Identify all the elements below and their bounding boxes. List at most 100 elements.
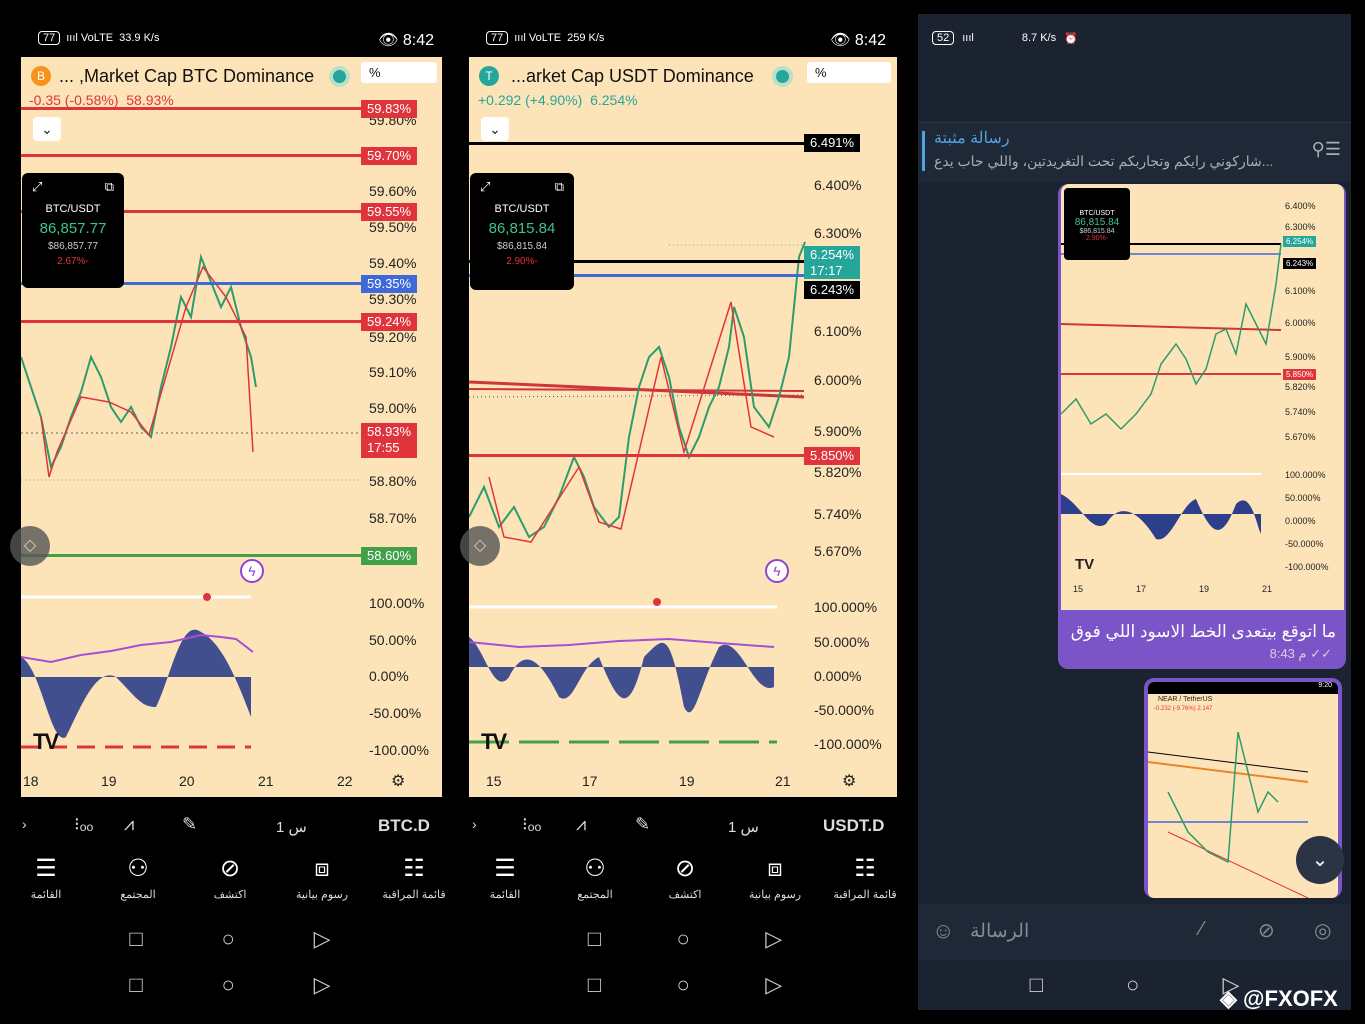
level-line[interactable] xyxy=(21,554,361,557)
nav-watchlist[interactable]: ☷ قائمة المراقبة xyxy=(374,856,454,920)
level-line[interactable] xyxy=(21,320,361,323)
level-line[interactable] xyxy=(21,154,361,157)
price-tick: 59.60% xyxy=(369,183,417,199)
circle-icon[interactable]: ○ xyxy=(1126,972,1139,998)
nav-community[interactable]: ⚇ المجتمع xyxy=(98,856,178,920)
indicators-icon[interactable]: ⁝ₒₒ xyxy=(74,814,93,835)
square-icon[interactable]: □ xyxy=(129,926,142,952)
last-price-tag: 6.254% 17:17 xyxy=(804,246,861,279)
interval-selector[interactable]: 1 س xyxy=(276,818,307,836)
bottom-nav: ☰ القائمة ⚇ المجتمع ⊘ اكتشف ⧈ رسوم بيانية ☷ ق… xyxy=(0,856,460,920)
camera-icon[interactable]: ◎ xyxy=(1314,918,1331,943)
popup-symbol: BTC/USDT xyxy=(494,203,550,215)
circle-icon[interactable]: ○ xyxy=(677,926,690,952)
ticker-selector[interactable]: BTC.D xyxy=(378,816,430,836)
square-icon[interactable]: □ xyxy=(1030,972,1043,998)
ticker-selector[interactable]: USDT.D xyxy=(823,816,884,836)
chevron-right-icon[interactable]: › xyxy=(472,816,477,832)
battery-badge: 52 xyxy=(932,31,955,45)
nav-explore[interactable]: ⊘ اكتشف xyxy=(645,856,725,920)
bottom-toolbar: › ⁝ₒₒ ⩘ ✎ 1 س USDT.D xyxy=(460,808,910,848)
expand-icon[interactable]: ⤢ xyxy=(480,179,490,195)
x-tick: 15 xyxy=(486,773,502,789)
osc-tick: -50.00% xyxy=(369,705,422,721)
level-tag: 58.60% xyxy=(361,547,418,565)
scroll-down-button[interactable]: ⌄ xyxy=(1296,836,1344,884)
popout-icon[interactable]: ⧉ xyxy=(555,179,564,195)
symbol-popup[interactable]: ⤢ ⧉ BTC/USDT 86,815.84 $86,815.84 2.90%- xyxy=(470,173,574,290)
floating-handle-icon[interactable]: ◇ xyxy=(10,526,50,566)
outgoing-message[interactable]: BTC/USDT 86,815.84 $86,815.84 2.90%- 6.4… xyxy=(1058,184,1346,669)
interval-selector[interactable]: 1 س xyxy=(728,818,759,836)
square-icon[interactable]: □ xyxy=(588,926,601,952)
message-input-bar: ☺ الرسالة ⁄ ⊘ ◎ xyxy=(918,904,1351,960)
price-tick: 59.20% xyxy=(369,329,417,345)
chevron-right-icon[interactable]: › xyxy=(22,816,27,832)
price-tick: 59.10% xyxy=(369,364,417,380)
level-line[interactable] xyxy=(21,107,361,110)
square-icon[interactable]: □ xyxy=(588,972,601,998)
drawing-icon[interactable]: ⩘ xyxy=(124,814,134,835)
popup-symbol: BTC/USDT xyxy=(45,203,101,215)
message-input[interactable]: الرسالة xyxy=(970,920,1029,943)
chart-image[interactable]: BTC/USDT 86,815.84 $86,815.84 2.90%- 6.4… xyxy=(1061,184,1344,610)
system-nav: □ ○ ▷ xyxy=(460,972,910,998)
nav-community[interactable]: ⚇ المجتمع xyxy=(555,856,635,920)
bot-command-icon[interactable]: ⁄ xyxy=(1200,918,1203,941)
status-bar: 52 ıııl 8.7 K/s ⏰ xyxy=(932,31,1078,45)
indicators-icon[interactable]: ⁝ₒₒ xyxy=(522,814,541,835)
expand-icon[interactable]: ⤢ xyxy=(32,179,42,195)
level-line[interactable] xyxy=(469,454,804,457)
osc-tick: -100.00% xyxy=(369,742,429,758)
bottom-toolbar: › ⁝ₒₒ ⩘ ✎ 1 س BTC.D xyxy=(0,808,460,848)
triangle-icon[interactable]: ▷ xyxy=(765,926,782,952)
price-tick: 58.70% xyxy=(369,510,417,526)
pinned-message-bar[interactable]: رسالة مثبتة شاركوني رايكم وتجاربكم تحت ا… xyxy=(918,122,1351,182)
circle-icon[interactable]: ○ xyxy=(677,972,690,998)
nav-menu[interactable]: ☰ القائمة xyxy=(465,856,545,920)
drawing-icon[interactable]: ⩘ xyxy=(576,814,586,835)
osc-tick: -50.000% xyxy=(814,702,874,718)
x-tick: 17 xyxy=(582,773,598,789)
pen-icon[interactable]: ✎ xyxy=(182,814,197,835)
square-icon[interactable]: □ xyxy=(129,972,142,998)
popup-change: 2.67%- xyxy=(57,256,89,267)
sticker-icon[interactable]: ☺ xyxy=(932,918,954,944)
pin-list-icon[interactable]: ⚲☰ xyxy=(1312,139,1341,160)
attach-icon[interactable]: ⊘ xyxy=(1258,918,1275,943)
osc-tick: 100.00% xyxy=(369,595,425,611)
nav-menu[interactable]: ☰ القائمة xyxy=(6,856,86,920)
x-tick: 18 xyxy=(23,773,39,789)
net-speed: 33.9 K/s xyxy=(119,32,160,44)
nav-charts[interactable]: ⧈ رسوم بيانية xyxy=(735,856,815,920)
circle-icon[interactable]: ○ xyxy=(222,926,235,952)
circle-icon[interactable]: ○ xyxy=(222,972,235,998)
popup-price-small: $86,857.77 xyxy=(47,241,99,252)
level-line[interactable] xyxy=(469,142,804,145)
lightning-icon[interactable]: ϟ xyxy=(240,559,264,583)
chart-area[interactable]: T ...arket Cap USDT Dominance % +0.292 (… xyxy=(469,57,897,797)
nav-watchlist[interactable]: ☷ قائمة المراقبة xyxy=(825,856,905,920)
triangle-icon[interactable]: ▷ xyxy=(314,926,331,952)
tradingview-logo: TV xyxy=(481,729,507,754)
nav-charts[interactable]: ⧈ رسوم بيانية xyxy=(282,856,362,920)
nav-explore[interactable]: ⊘ اكتشف xyxy=(190,856,270,920)
osc-tick: 50.000% xyxy=(814,634,870,650)
trend-line xyxy=(469,388,805,392)
settings-gear-icon[interactable]: ⚙ xyxy=(842,771,856,791)
lightning-icon[interactable]: ϟ xyxy=(765,559,789,583)
candle-countdown: 17:17 xyxy=(810,263,843,278)
signal-dot xyxy=(203,593,211,601)
symbol-popup[interactable]: ⤢ ⧉ BTC/USDT 86,857.77 $86,857.77 2.67%- xyxy=(22,173,124,288)
x-tick: 20 xyxy=(179,773,195,789)
chart-area[interactable]: B ... ,Market Cap BTC Dominance % -0.35 … xyxy=(21,57,442,797)
settings-gear-icon[interactable]: ⚙ xyxy=(391,771,405,791)
x-tick: 21 xyxy=(258,773,274,789)
triangle-icon[interactable]: ▷ xyxy=(765,972,782,998)
status-bar: 77 ıııl VoLTE 259 K/s 👁 8:42 xyxy=(460,28,910,52)
floating-handle-icon[interactable]: ◇ xyxy=(460,526,500,566)
pen-icon[interactable]: ✎ xyxy=(635,814,650,835)
pinned-text: شاركوني رايكم وتجاربكم تحت التغريدتين، و… xyxy=(934,153,1274,169)
popout-icon[interactable]: ⧉ xyxy=(105,179,114,195)
triangle-icon[interactable]: ▷ xyxy=(314,972,331,998)
